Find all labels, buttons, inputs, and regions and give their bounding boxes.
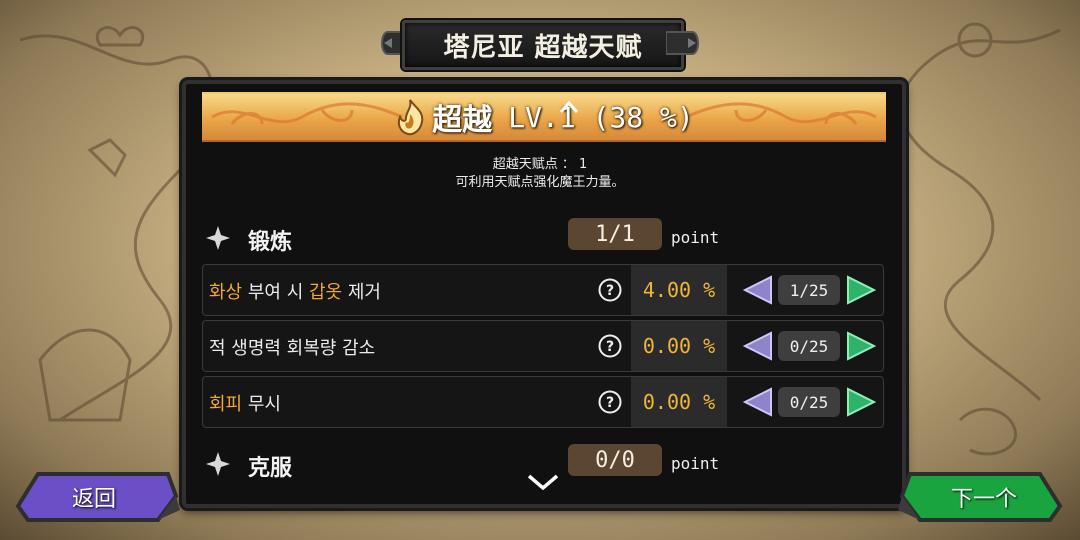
section-title: 克服 bbox=[248, 456, 293, 481]
section-training: 锻炼 1/1 point bbox=[202, 218, 882, 258]
increase-arrow-icon[interactable] bbox=[844, 275, 878, 305]
caret-up-icon bbox=[559, 100, 579, 113]
flame-icon bbox=[398, 99, 424, 136]
talent-value: 4.00 % bbox=[631, 265, 727, 315]
section-title: 锻炼 bbox=[248, 230, 293, 255]
talent-name-text: 무시 bbox=[242, 394, 281, 415]
help-icon[interactable]: ? bbox=[598, 278, 622, 302]
talent-panel: 超越 LV.1 (38 %) 超越天赋点 ： 1 可利用天赋点强化魔王力量。 锻… bbox=[182, 80, 906, 508]
banner-heading: 超越 LV.1 (38 %) bbox=[394, 95, 694, 139]
help-icon[interactable]: ? bbox=[598, 390, 622, 414]
talent-hint-text: 可利用天赋点强化魔王力量。 bbox=[455, 175, 625, 190]
talent-value: 0.00 % bbox=[631, 321, 727, 371]
decrease-arrow-icon[interactable] bbox=[741, 331, 775, 361]
sparkle-icon bbox=[206, 226, 230, 250]
decrease-arrow-icon[interactable] bbox=[741, 275, 775, 305]
chevron-down-icon[interactable] bbox=[526, 472, 560, 492]
talent-description: 超越天赋点 ： 1 可利用天赋点强化魔王力量。 bbox=[186, 156, 894, 192]
next-button-label: 下一个 bbox=[950, 487, 1017, 512]
banner-swirl-right-icon bbox=[685, 102, 877, 125]
talent-name: 적 생명력 회복량 감소 bbox=[209, 334, 375, 360]
increase-arrow-icon[interactable] bbox=[844, 331, 878, 361]
next-button[interactable]: 下一个 bbox=[898, 466, 1070, 524]
section-points: 1/1 bbox=[568, 218, 662, 250]
talent-level: 0/25 bbox=[778, 331, 840, 361]
svg-text:?: ? bbox=[606, 395, 614, 411]
talent-points-text: 超越天赋点 ： 1 bbox=[492, 157, 588, 172]
talent-name-keyword: 화상 bbox=[209, 282, 243, 303]
transcend-banner: 超越 LV.1 (38 %) bbox=[202, 92, 886, 142]
talent-name: 화상 부여 시 갑옷 제거 bbox=[209, 278, 381, 304]
talent-name-keyword: 회피 bbox=[209, 394, 243, 415]
talent-name-keyword: 갑옷 bbox=[308, 282, 343, 303]
page-title: 塔尼亚 超越天赋 bbox=[402, 20, 684, 70]
talent-row[interactable]: 회피 무시 ? 0.00 % 0/25 bbox=[202, 376, 884, 428]
talent-row[interactable]: 적 생명력 회복량 감소 ? 0.00 % 0/25 bbox=[202, 320, 884, 372]
svg-text:?: ? bbox=[606, 283, 614, 299]
back-button-label: 返回 bbox=[71, 487, 116, 512]
title-plate: 塔尼亚 超越天赋 bbox=[378, 14, 702, 70]
title-ornament-right-icon bbox=[666, 31, 699, 55]
talent-level: 1/25 bbox=[778, 275, 840, 305]
talent-name: 회피 무시 bbox=[209, 390, 281, 416]
talent-level: 0/25 bbox=[778, 387, 840, 417]
talent-row[interactable]: 화상 부여 시 갑옷 제거 ? 4.00 % 1/25 bbox=[202, 264, 884, 316]
banner-swirl-left-icon bbox=[211, 102, 403, 125]
talent-value: 0.00 % bbox=[631, 377, 727, 427]
help-icon[interactable]: ? bbox=[598, 334, 622, 358]
back-button[interactable]: 返回 bbox=[8, 466, 180, 524]
section-points-label: point bbox=[671, 454, 720, 473]
decrease-arrow-icon[interactable] bbox=[741, 387, 775, 417]
talent-name-text: 부여 시 bbox=[242, 282, 309, 303]
section-points: 0/0 bbox=[568, 444, 662, 476]
banner-title: 超越 bbox=[432, 103, 493, 138]
talent-name-text: 적 생명력 회복량 감소 bbox=[209, 338, 376, 359]
banner-level: LV.1 (38 %) bbox=[508, 100, 694, 134]
svg-text:?: ? bbox=[606, 339, 614, 355]
increase-arrow-icon[interactable] bbox=[844, 387, 878, 417]
sparkle-icon bbox=[206, 452, 230, 476]
talent-name-text: 제거 bbox=[342, 282, 381, 303]
section-points-label: point bbox=[671, 228, 720, 247]
